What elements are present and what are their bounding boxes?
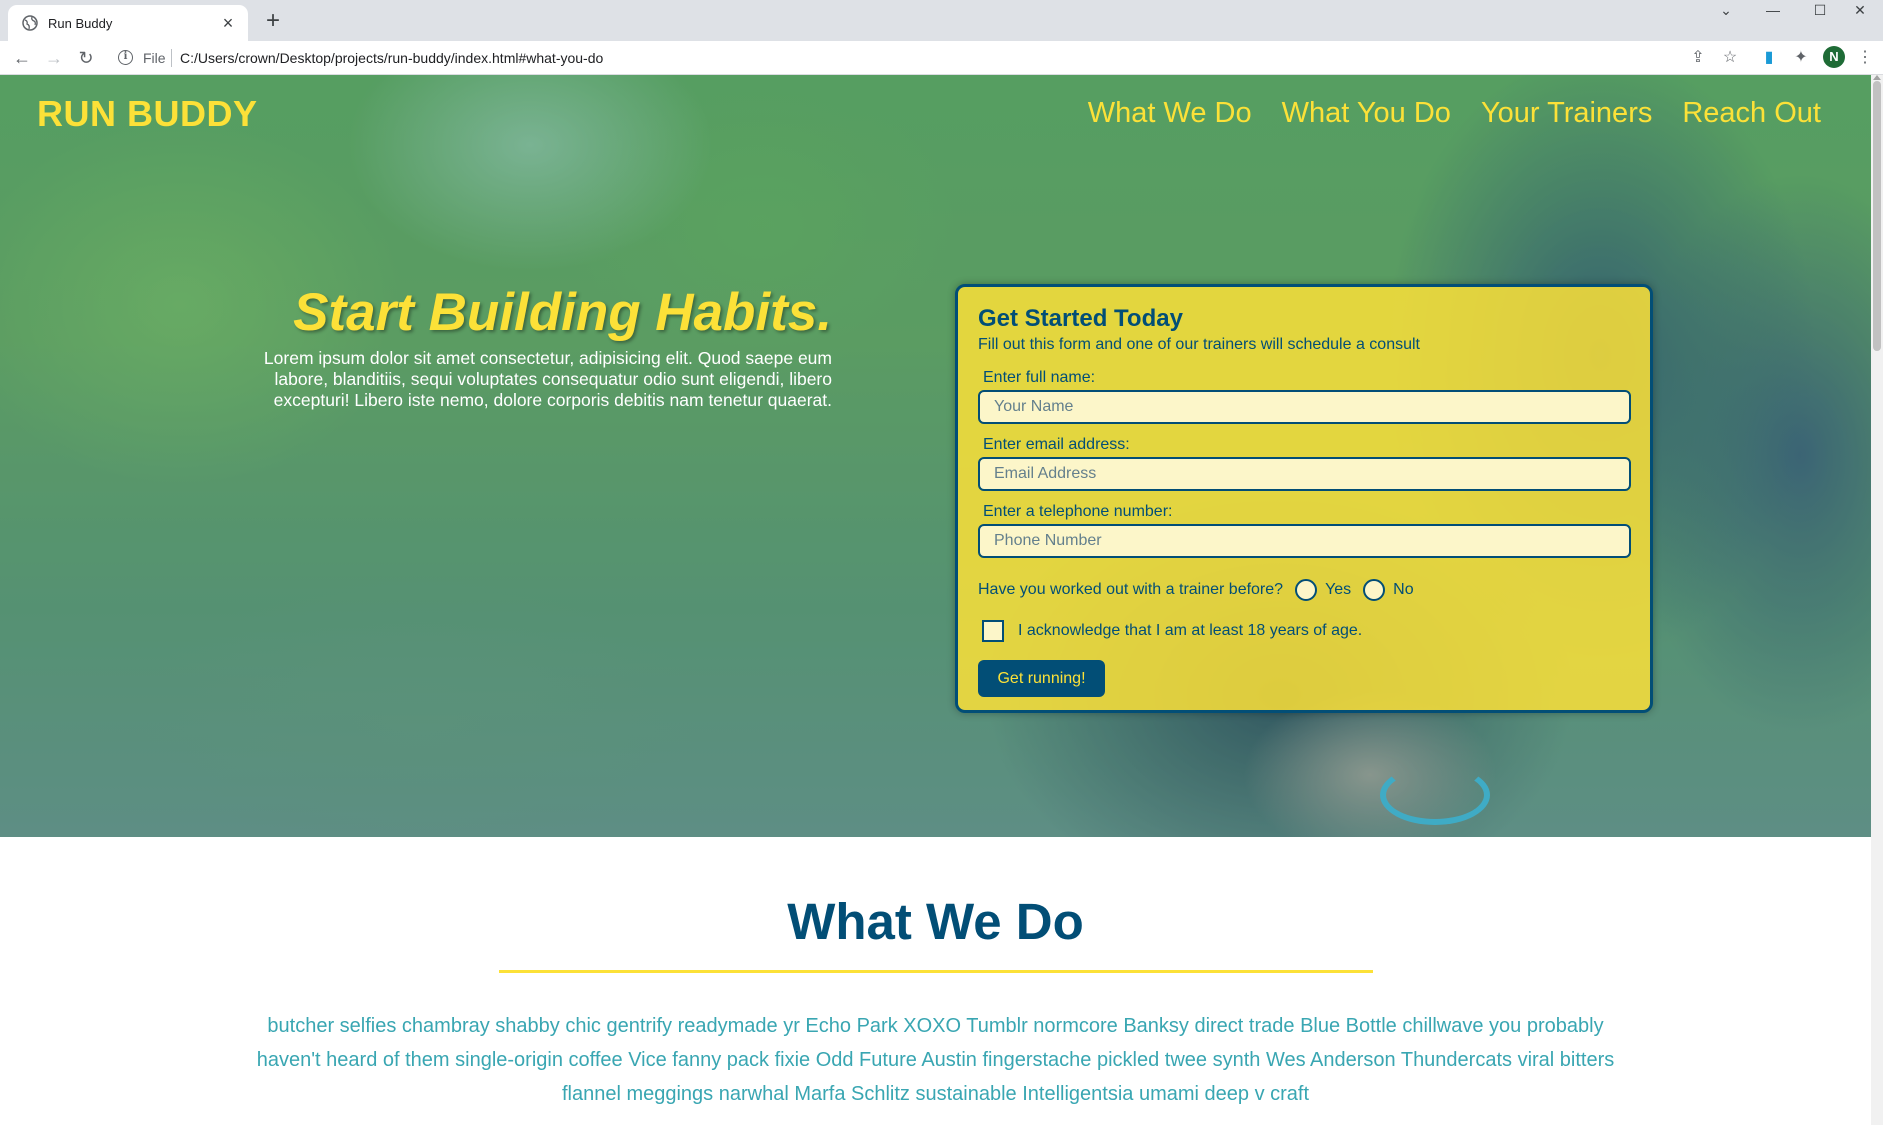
- phone-input[interactable]: [978, 524, 1631, 558]
- section-divider: [499, 970, 1373, 973]
- name-label: Enter full name:: [983, 369, 1096, 386]
- file-scheme-label: File: [143, 50, 166, 66]
- name-input[interactable]: [978, 390, 1631, 424]
- address-bar[interactable]: C:/Users/crown/Desktop/projects/run-budd…: [180, 50, 603, 66]
- browser-tab-bar: Run Buddy × + ⌄ — ☐ ✕: [0, 0, 1883, 41]
- form-title: Get Started Today: [978, 305, 1183, 332]
- url-separator: [171, 49, 172, 67]
- trainer-question-row: Have you worked out with a trainer befor…: [978, 579, 1414, 601]
- nav-what-you-do[interactable]: What You Do: [1282, 97, 1451, 130]
- trainer-question: Have you worked out with a trainer befor…: [978, 581, 1284, 598]
- bookmark-star-icon[interactable]: ☆: [1719, 47, 1741, 69]
- reload-icon[interactable]: ↻: [74, 46, 98, 70]
- scrollbar-thumb[interactable]: [1873, 81, 1881, 351]
- what-we-do-text: butcher selfies chambray shabby chic gen…: [256, 1015, 1615, 1105]
- tab-search-icon[interactable]: ⌄: [1703, 0, 1749, 20]
- hero-title: Start Building Habits.: [293, 283, 832, 342]
- browser-tab[interactable]: Run Buddy ×: [8, 5, 248, 41]
- back-icon[interactable]: ←: [10, 46, 34, 70]
- get-running-button[interactable]: Get running!: [978, 660, 1105, 697]
- scroll-up-arrow-icon[interactable]: [1873, 75, 1881, 80]
- extension-icon[interactable]: ▮: [1758, 47, 1780, 69]
- close-tab-icon[interactable]: ×: [218, 13, 238, 33]
- age-ack-label: I acknowledge that I am at least 18 year…: [1018, 622, 1363, 639]
- yes-label: Yes: [1325, 581, 1352, 598]
- no-radio[interactable]: [1363, 579, 1386, 601]
- close-window-icon[interactable]: ✕: [1837, 0, 1883, 20]
- age-checkbox[interactable]: [982, 620, 1004, 642]
- globe-icon: [22, 15, 38, 31]
- nav-what-we-do[interactable]: What We Do: [1088, 97, 1252, 130]
- main-nav: What We Do What You Do Your Trainers Rea…: [1088, 97, 1821, 130]
- nav-reach-out[interactable]: Reach Out: [1682, 97, 1821, 130]
- age-ack-row: I acknowledge that I am at least 18 year…: [982, 620, 1362, 642]
- no-label: No: [1393, 581, 1414, 598]
- browser-toolbar: ← → ↻ i File C:/Users/crown/Desktop/proj…: [0, 41, 1883, 75]
- new-tab-button[interactable]: +: [260, 8, 286, 34]
- email-label: Enter email address:: [983, 436, 1130, 453]
- nav-your-trainers[interactable]: Your Trainers: [1481, 97, 1652, 130]
- phone-label: Enter a telephone number:: [983, 503, 1173, 520]
- tab-title: Run Buddy: [48, 15, 113, 31]
- what-we-do-title: What We Do: [787, 893, 1084, 950]
- menu-kebab-icon[interactable]: ⋮: [1854, 47, 1876, 69]
- email-input[interactable]: [978, 457, 1631, 491]
- site-info-icon[interactable]: i: [118, 50, 133, 65]
- form-subtitle: Fill out this form and one of our traine…: [978, 336, 1420, 353]
- profile-avatar[interactable]: N: [1823, 46, 1845, 68]
- extensions-puzzle-icon[interactable]: ✦: [1790, 47, 1812, 69]
- hero-text: Lorem ipsum dolor sit amet consectetur, …: [263, 348, 832, 410]
- signup-form: Get Started Today Fill out this form and…: [955, 284, 1653, 713]
- hero-section: RUN BUDDY What We Do What You Do Your Tr…: [0, 75, 1871, 837]
- page-viewport: RUN BUDDY What We Do What You Do Your Tr…: [0, 75, 1871, 1125]
- site-logo[interactable]: RUN BUDDY: [37, 93, 258, 135]
- page-scrollbar[interactable]: [1871, 75, 1883, 1125]
- forward-icon[interactable]: →: [42, 46, 66, 70]
- minimize-icon[interactable]: —: [1750, 0, 1796, 20]
- yes-radio[interactable]: [1295, 579, 1318, 601]
- share-icon[interactable]: ⇪: [1687, 47, 1709, 69]
